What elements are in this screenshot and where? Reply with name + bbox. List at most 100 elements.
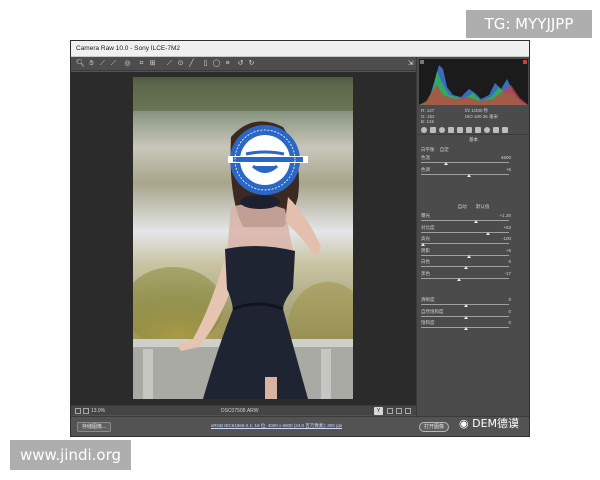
slider-track[interactable] (421, 254, 509, 256)
slider-track[interactable] (421, 231, 509, 233)
shadow-clipping-icon[interactable] (420, 60, 424, 64)
slider-track[interactable] (421, 243, 509, 244)
slider-label: 曝光 (421, 213, 430, 218)
view-toggle-icon[interactable] (75, 408, 81, 414)
slider-label: 自然饱和度 (421, 308, 444, 314)
color-sampler-icon[interactable]: ⟋ (109, 59, 118, 68)
page: TG: MYYJJPP Camera Raw 10.0 - Sony ILCE-… (0, 0, 600, 480)
histogram (419, 59, 528, 105)
camera-raw-window: Camera Raw 10.0 - Sony ILCE-7M2 🔍︎ ✋︎ ⟋ … (70, 40, 530, 437)
slider-value[interactable]: 0 (489, 320, 511, 326)
zoom-icon[interactable]: 🔍︎ (76, 59, 85, 68)
tab-split-toning-icon[interactable] (457, 127, 463, 133)
slider-value[interactable]: 0 (489, 297, 511, 303)
slider-label: 黑色 (421, 270, 430, 276)
slider-thumb[interactable] (486, 231, 491, 235)
slider-value[interactable]: 0 (489, 259, 511, 265)
before-after-toggle-icon[interactable] (387, 408, 393, 414)
slider-value[interactable]: +53 (489, 225, 511, 231)
slider-thumb[interactable] (421, 243, 425, 246)
tab-detail-icon[interactable] (439, 127, 445, 133)
status-bar: 13.9% DSC07508.ARW Y (71, 405, 416, 415)
slider-value[interactable]: 0 (489, 309, 511, 315)
tab-snapshots-icon[interactable] (502, 127, 508, 133)
slider-thumb[interactable] (444, 162, 449, 165)
red-eye-icon[interactable]: ⊙ (176, 59, 185, 68)
tab-basic-icon[interactable] (421, 127, 427, 133)
view-toggle-icon[interactable] (83, 408, 89, 414)
workflow-options-link[interactable]: sRGB IEC61966-2.1; 16 位; 4000 x 6000 (24… (211, 421, 342, 431)
panel-title: 基本 (469, 137, 478, 142)
tab-lens-icon[interactable] (466, 127, 472, 133)
slider-track[interactable] (421, 277, 509, 279)
slider-label: 白色 (421, 259, 430, 264)
slider-label: 清晰度 (421, 297, 435, 302)
slider-track[interactable] (421, 220, 509, 221)
weibo-watermark: ◉ DEM德谟 (459, 417, 519, 431)
photo-preview (133, 77, 353, 399)
slider-thumb[interactable] (464, 304, 468, 307)
tab-hsl-icon[interactable] (448, 127, 454, 133)
slider-thumb[interactable] (464, 266, 468, 269)
rgb-readout: R: 147 G: 152 B: 145 f/2 1/200 秒 ISO 100… (421, 108, 528, 125)
before-after-swap-icon[interactable] (396, 408, 402, 414)
zoom-level[interactable]: 13.9% (91, 406, 105, 416)
slider-value[interactable]: +6 (489, 167, 511, 173)
slider-value[interactable]: -100 (489, 236, 511, 242)
slider-track[interactable] (421, 174, 509, 175)
file-name: DSC07508.ARW (221, 408, 259, 414)
slider-thumb[interactable] (457, 277, 462, 281)
slider-thumb[interactable] (466, 254, 471, 258)
open-image-button[interactable]: 打开图像 (419, 422, 450, 432)
wb-select[interactable]: 自定 (440, 147, 449, 152)
brush-icon[interactable]: ╱ (187, 59, 196, 68)
target-adjust-icon[interactable]: ◎ (123, 59, 132, 68)
slider-value[interactable]: -17 (489, 271, 511, 277)
highlight-clipping-icon[interactable] (523, 60, 527, 64)
slider-value[interactable]: +1.20 (489, 213, 511, 219)
save-image-button[interactable]: 存储图像... (77, 422, 112, 432)
hand-icon[interactable]: ✋︎ (87, 59, 96, 68)
white-balance-icon[interactable]: ⟋ (98, 59, 107, 68)
tab-camera-calibration-icon[interactable] (484, 127, 490, 133)
tab-curve-icon[interactable] (430, 127, 436, 133)
slider-label: 阴影 (421, 247, 430, 253)
slider-label: 饱和度 (421, 320, 435, 325)
adjustment-panel: R: 147 G: 152 B: 145 f/2 1/200 秒 ISO 100… (416, 57, 530, 416)
slider-value[interactable]: 4600 (489, 155, 511, 161)
weibo-handle: DEM德谟 (472, 417, 520, 430)
iso-focal: ISO 100 35 毫米 (465, 113, 499, 119)
auto-default-row: 自动 默认值 (417, 203, 530, 210)
tab-presets-icon[interactable] (493, 127, 499, 133)
straighten-icon[interactable]: ⊞ (148, 59, 157, 68)
preferences-icon[interactable]: ≡ (223, 59, 232, 68)
panel-tabs (417, 126, 530, 135)
default-button[interactable]: 默认值 (476, 204, 490, 209)
rotate-right-icon[interactable]: ↻ (247, 59, 256, 68)
graduated-filter-icon[interactable]: ▯ (201, 59, 210, 68)
white-balance-row[interactable]: 白平衡 自定 (421, 146, 527, 154)
image-canvas[interactable] (71, 72, 416, 405)
export-icon[interactable]: ⇲ (406, 59, 415, 68)
slider-track[interactable] (421, 162, 509, 163)
photo-image (133, 77, 353, 399)
slider-thumb[interactable] (464, 327, 468, 330)
slider-label: 色调 (421, 167, 430, 172)
before-after-button[interactable]: Y (374, 407, 383, 415)
radial-filter-icon[interactable]: ◯ (212, 59, 221, 68)
auto-button[interactable]: 自动 (458, 204, 467, 209)
slider-label: 高光 (421, 236, 430, 241)
slider-value[interactable]: +6 (489, 248, 511, 254)
readout-b: B: 145 (421, 119, 435, 124)
slider-label: 对比度 (421, 224, 435, 230)
tab-effects-icon[interactable] (475, 127, 481, 133)
slider-thumb[interactable] (464, 315, 468, 319)
rotate-left-icon[interactable]: ↺ (236, 59, 245, 68)
crop-icon[interactable]: ⌗ (137, 59, 146, 68)
slider-thumb[interactable] (466, 174, 471, 177)
slider-label: 色温 (421, 155, 430, 160)
preview-settings-icon[interactable] (405, 408, 411, 414)
spot-removal-icon[interactable]: ⟋ (165, 59, 174, 68)
weibo-icon: ◉ (459, 417, 469, 430)
slider-thumb[interactable] (474, 220, 479, 223)
